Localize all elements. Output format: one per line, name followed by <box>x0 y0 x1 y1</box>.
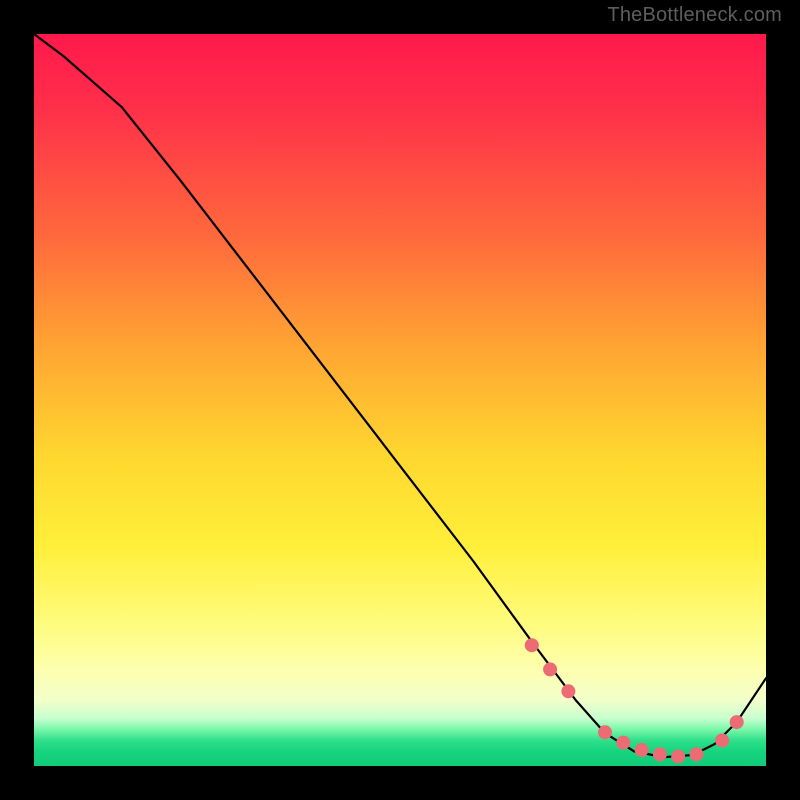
curve-marker <box>730 716 743 729</box>
plot-area <box>34 34 766 766</box>
curve-marker <box>653 748 666 761</box>
bottleneck-curve <box>34 34 766 757</box>
curve-marker <box>617 736 630 749</box>
curve-marker <box>599 726 612 739</box>
marker-group <box>525 639 743 763</box>
chart-frame: TheBottleneck.com <box>0 0 800 800</box>
curve-marker <box>525 639 538 652</box>
curve-svg <box>34 34 766 766</box>
curve-marker <box>562 685 575 698</box>
watermark-text: TheBottleneck.com <box>607 4 782 27</box>
curve-marker <box>672 750 685 763</box>
curve-marker <box>544 663 557 676</box>
curve-marker <box>690 748 703 761</box>
curve-marker <box>716 734 729 747</box>
curve-marker <box>635 743 648 756</box>
